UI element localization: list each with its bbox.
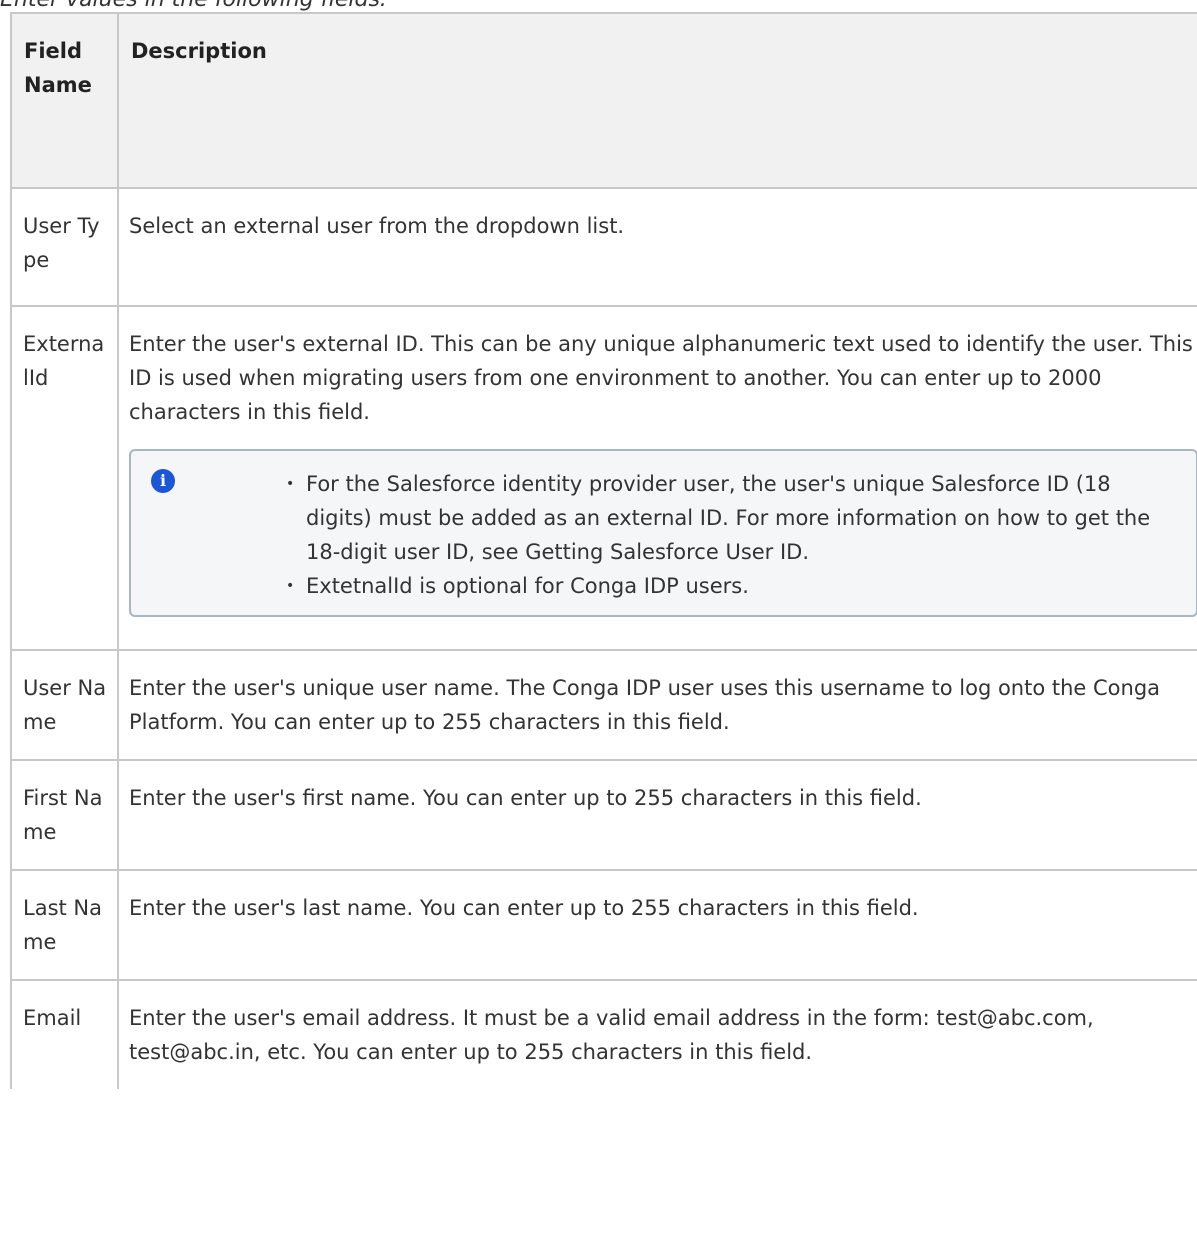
table-row: ExternalId Enter the user's external ID.… — [10, 305, 1197, 651]
table-row: User Name Enter the user's unique user n… — [10, 649, 1197, 761]
fields-table: Field Name Description User Type Select … — [10, 12, 1197, 1089]
table-row: User Type Select an external user from t… — [10, 187, 1197, 307]
note-item: For the Salesforce identity provider use… — [286, 467, 1176, 569]
description-cell: Enter the user's unique user name. The C… — [117, 649, 1197, 761]
description-text: Enter the user's external ID. This can b… — [129, 332, 1193, 424]
table-header-row: Field Name Description — [10, 12, 1197, 189]
field-name-cell: User Name — [10, 649, 119, 761]
description-cell: Enter the user's external ID. This can b… — [117, 305, 1197, 651]
table-row: Last Name Enter the user's last name. Yo… — [10, 869, 1197, 981]
description-cell: Enter the user's last name. You can ente… — [117, 869, 1197, 981]
field-name-cell: Last Name — [10, 869, 119, 981]
header-field-name: Field Name — [10, 12, 119, 189]
description-cell: Enter the user's first name. You can ent… — [117, 759, 1197, 871]
table-row: First Name Enter the user's first name. … — [10, 759, 1197, 871]
note-item: ExtetnalId is optional for Conga IDP use… — [286, 569, 1176, 603]
description-cell: Enter the user's email address. It must … — [117, 979, 1197, 1089]
info-note: i For the Salesforce identity provider u… — [129, 449, 1197, 617]
header-description: Description — [117, 12, 1197, 189]
note-list: For the Salesforce identity provider use… — [175, 467, 1176, 603]
field-name-cell: First Name — [10, 759, 119, 871]
field-name-cell: Email — [10, 979, 119, 1089]
field-name-cell: ExternalId — [10, 305, 119, 651]
info-icon: i — [151, 469, 175, 493]
field-name-cell: User Type — [10, 187, 119, 307]
table-row: Email Enter the user's email address. It… — [10, 979, 1197, 1089]
description-cell: Select an external user from the dropdow… — [117, 187, 1197, 307]
